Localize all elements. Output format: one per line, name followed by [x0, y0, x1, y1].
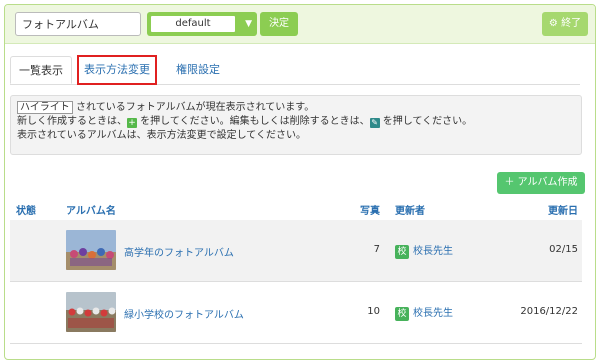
- finish-button[interactable]: ⚙ 終了: [542, 12, 588, 36]
- info-line2-c: を押してください。: [379, 116, 473, 127]
- info-line1: されているフォトアルバムが現在表示されています。: [72, 102, 315, 113]
- updater-name: 校長先生: [413, 246, 453, 257]
- photo-count: 7: [373, 244, 380, 255]
- table-row: 緑小学校のフォトアルバム 10 校校長先生 2016/12/22: [10, 282, 582, 344]
- chevron-down-icon: ▼: [245, 19, 252, 29]
- create-album-button[interactable]: ＋ アルバム作成: [497, 172, 585, 194]
- info-line2-a: 新しく作成するときは、: [17, 116, 127, 127]
- tab-permissions[interactable]: 権限設定: [166, 56, 230, 84]
- updated-date: 02/15: [549, 244, 578, 255]
- updater-link[interactable]: 校校長先生: [395, 242, 453, 259]
- top-toolbar: default ▼ 決定 ⚙ 終了: [5, 5, 595, 44]
- table-header: 状態 アルバム名 写真 更新者 更新日: [10, 198, 582, 221]
- plus-icon: ＋: [504, 177, 515, 188]
- highlight-label: ハイライト: [17, 101, 73, 114]
- create-album-label: アルバム作成: [517, 177, 578, 188]
- col-updater: 更新者: [395, 206, 425, 217]
- school-badge-icon: 校: [395, 245, 409, 259]
- display-mode-select[interactable]: default ▼: [147, 12, 257, 36]
- tab-list-view[interactable]: 一覧表示: [10, 56, 72, 84]
- updater-name: 校長先生: [413, 308, 453, 319]
- info-panel: ハイライト されているフォトアルバムが現在表示されています。 新しく作成するとき…: [10, 95, 582, 155]
- album-name-input[interactable]: [15, 12, 141, 36]
- album-thumbnail[interactable]: [66, 292, 116, 332]
- school-badge-icon: 校: [395, 307, 409, 321]
- info-line2-b: を押してください。編集もしくは削除するときは、: [137, 116, 370, 127]
- decide-button[interactable]: 決定: [260, 12, 298, 36]
- album-title-link[interactable]: 高学年のフォトアルバム: [124, 244, 234, 259]
- table-row: 高学年のフォトアルバム 7 校校長先生 02/15: [10, 220, 582, 282]
- updater-link[interactable]: 校校長先生: [395, 304, 453, 321]
- finish-button-label: 終了: [561, 18, 582, 29]
- col-album-name: アルバム名: [66, 206, 116, 217]
- album-title-link[interactable]: 緑小学校のフォトアルバム: [124, 306, 244, 321]
- photo-count: 10: [367, 306, 380, 317]
- col-photos: 写真: [360, 206, 380, 217]
- gear-icon: ⚙: [548, 18, 558, 29]
- album-thumbnail[interactable]: [66, 230, 116, 270]
- info-line3: 表示されているアルバムは、表示方法変更で設定してください。: [17, 130, 306, 141]
- display-mode-value: default: [151, 16, 235, 32]
- highlight-box: [77, 55, 157, 85]
- updated-date: 2016/12/22: [520, 306, 578, 317]
- col-updated: 更新日: [548, 206, 578, 217]
- edit-icon: ✎: [369, 118, 380, 128]
- plus-icon: +: [127, 118, 137, 128]
- col-status: 状態: [16, 206, 36, 217]
